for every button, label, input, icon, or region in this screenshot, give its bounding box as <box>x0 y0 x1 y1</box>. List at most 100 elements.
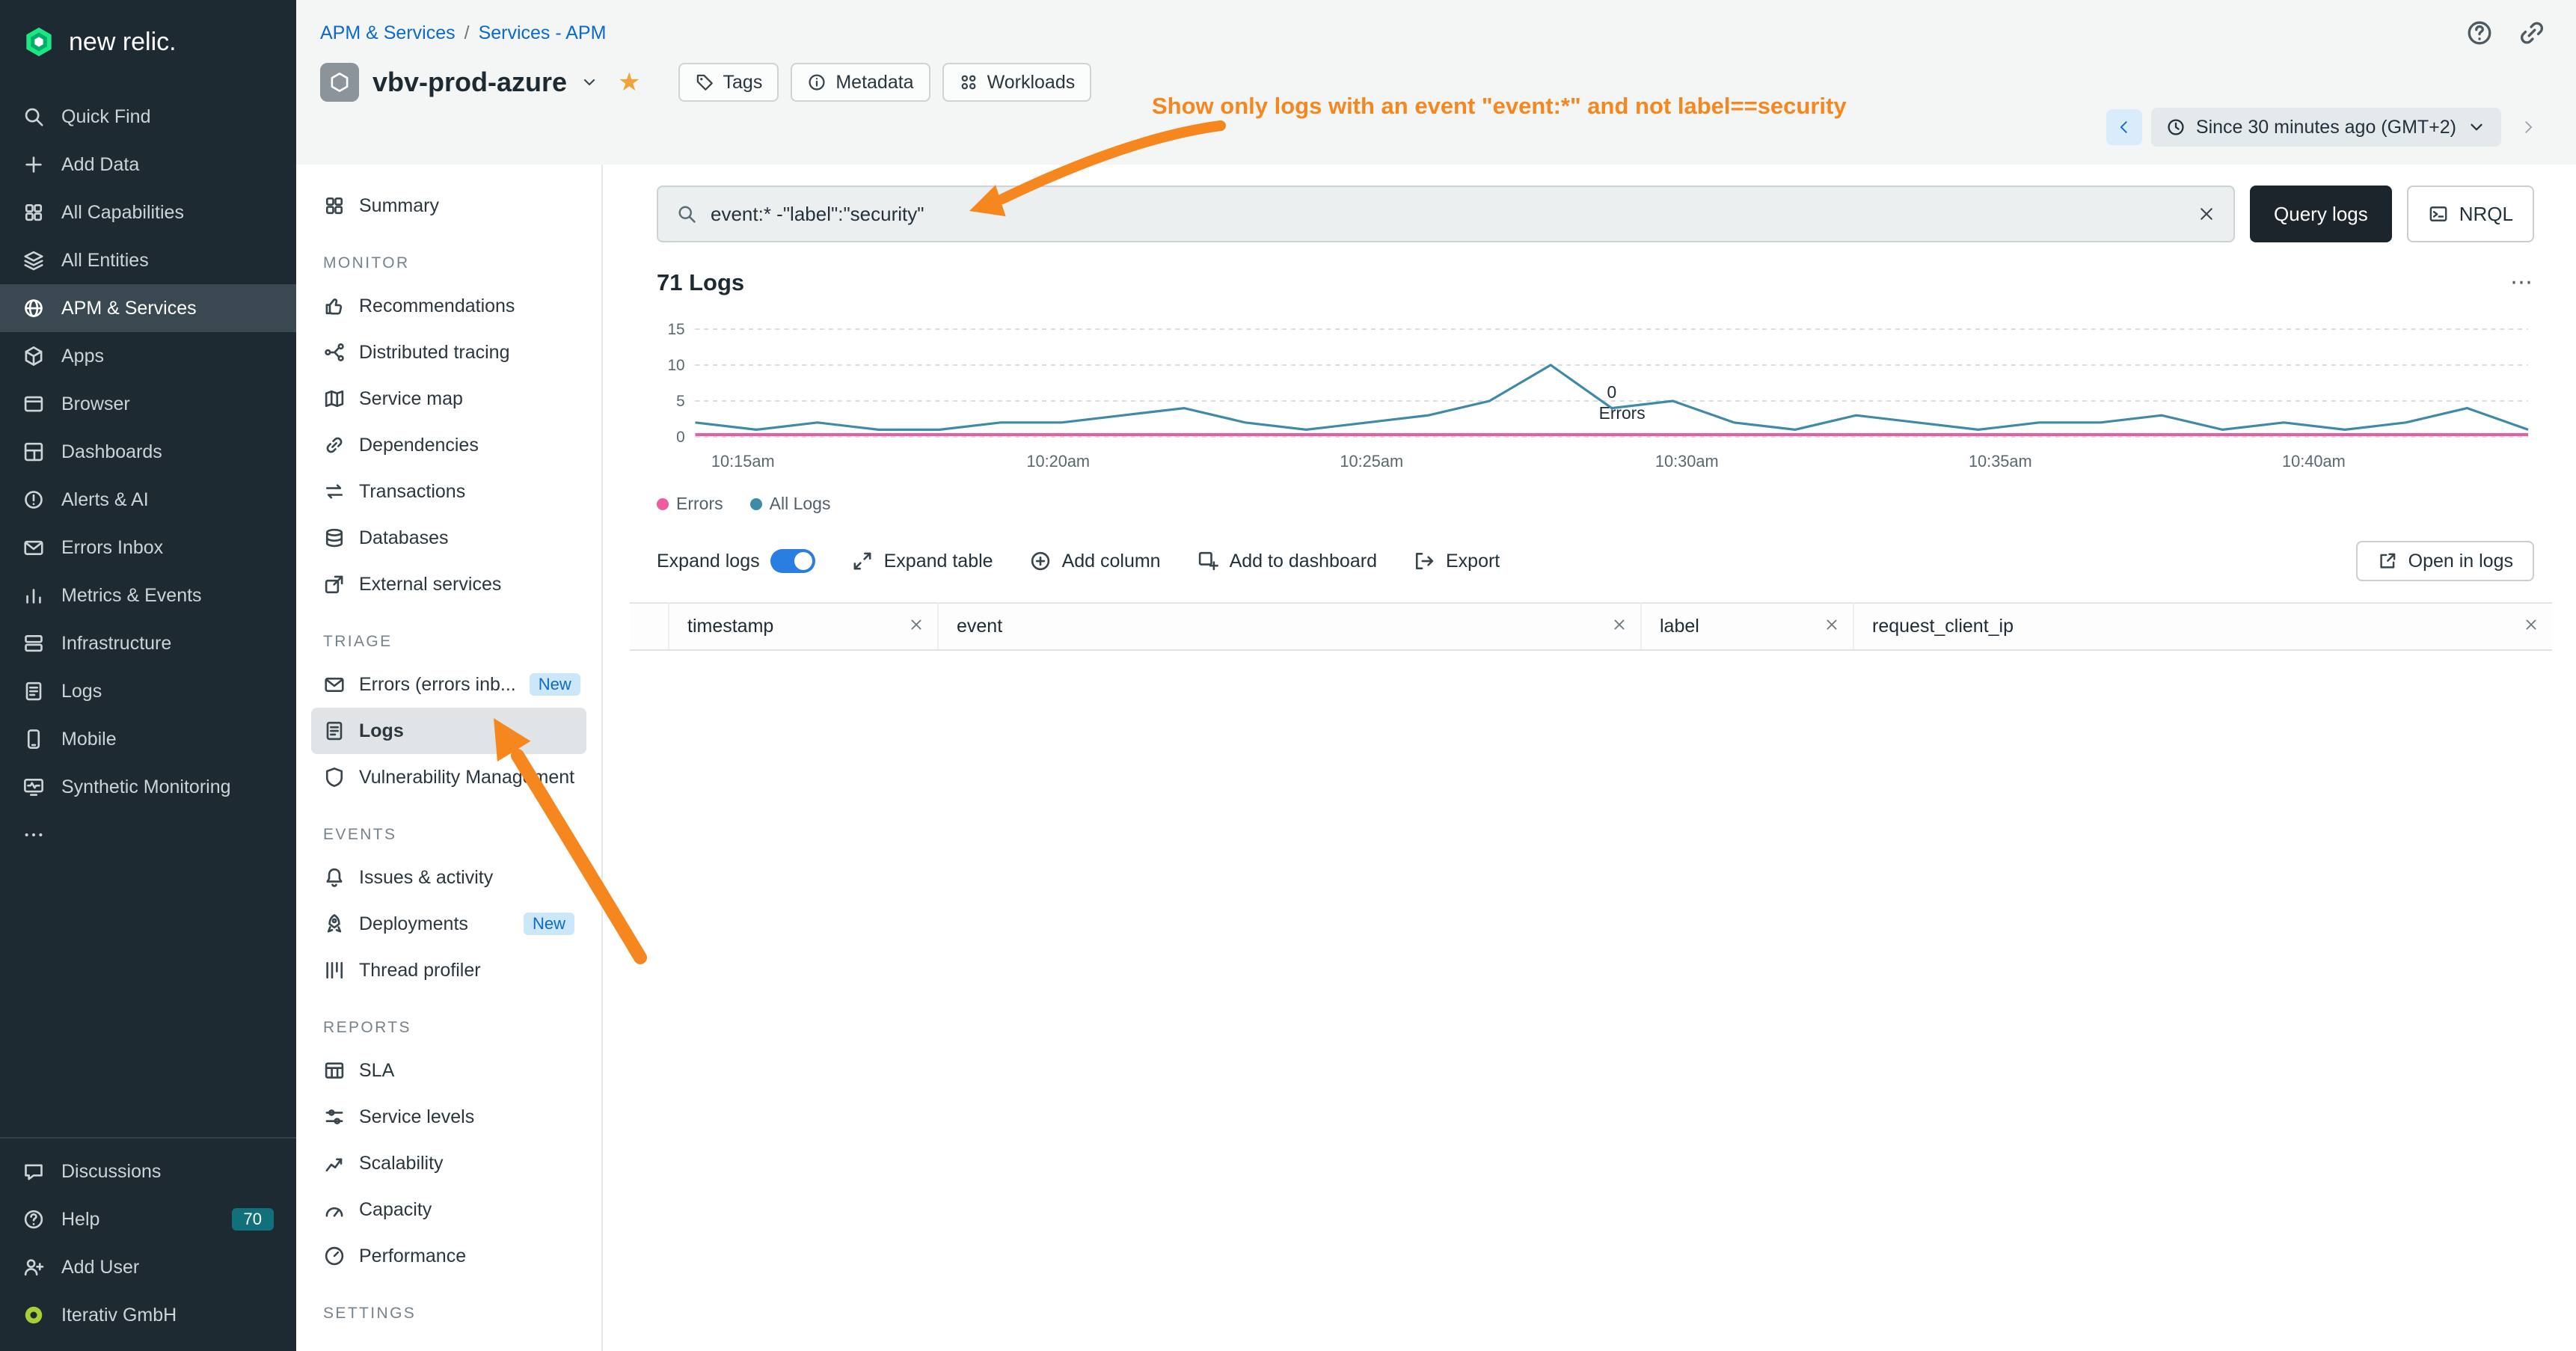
query-text: event:* -"label":"security" <box>711 203 2184 226</box>
nav-errors-inbox[interactable]: Errors Inbox <box>0 524 296 572</box>
right-pane: APM & Services/Services - APM vbv-prod-a… <box>296 0 2576 1351</box>
errors-dot-icon <box>657 498 669 510</box>
metadata-button[interactable]: Metadata <box>791 63 930 102</box>
time-back-button[interactable] <box>2106 109 2142 145</box>
expand-logs-toggle[interactable]: Expand logs <box>657 549 815 573</box>
toggle-on-icon[interactable] <box>770 549 815 573</box>
tags-button-label: Tags <box>723 72 763 94</box>
workloads-button[interactable]: Workloads <box>942 63 1092 102</box>
svg-text:Errors: Errors <box>1599 403 1646 423</box>
global-nav: Quick FindAdd DataAll CapabilitiesAll En… <box>0 84 296 1137</box>
databases-icon <box>323 527 346 549</box>
nav-all-capabilities[interactable]: All Capabilities <box>0 189 296 236</box>
nav-all-entities[interactable]: All Entities <box>0 236 296 284</box>
breadcrumb-services-apm[interactable]: Services - APM <box>479 22 607 43</box>
nav-discussions[interactable]: Discussions <box>0 1148 296 1195</box>
sidebar-item-summary[interactable]: Summary <box>311 183 586 229</box>
query-bar: event:* -"label":"security" Query logs N… <box>657 186 2534 242</box>
nav-more-capabilities[interactable] <box>0 811 296 859</box>
expand-table-button[interactable]: Expand table <box>851 550 993 572</box>
nav-help[interactable]: Help70 <box>0 1195 296 1243</box>
sidebar-item-recommendations[interactable]: Recommendations <box>311 283 586 329</box>
nrql-button[interactable]: NRQL <box>2407 186 2534 242</box>
svg-text:0: 0 <box>1607 382 1616 402</box>
remove-column-timestamp-icon[interactable] <box>909 617 924 632</box>
browser-label: Browser <box>61 393 130 415</box>
column-header-label[interactable]: label <box>1641 603 1853 650</box>
column-header-request_client_ip[interactable]: request_client_ip <box>1853 603 2552 650</box>
nav-apm-services[interactable]: APM & Services <box>0 284 296 332</box>
sidebar-item-dependencies[interactable]: Dependencies <box>311 422 586 468</box>
entity-chevron-down-icon[interactable] <box>580 73 598 91</box>
nav-quick-find[interactable]: Quick Find <box>0 93 296 141</box>
sidebar-item-service-levels[interactable]: Service levels <box>311 1094 586 1140</box>
sidebar-item-vulnerability-management[interactable]: Vulnerability Management <box>311 754 586 800</box>
breadcrumb-apm-services[interactable]: APM & Services <box>320 22 456 43</box>
help-circle-icon[interactable] <box>2465 19 2494 47</box>
sidebar-item-thread-profiler[interactable]: Thread profiler <box>311 947 586 993</box>
section-header-reports: REPORTS <box>323 1019 574 1037</box>
query-input[interactable]: event:* -"label":"security" <box>657 186 2235 242</box>
nav-alerts-ai[interactable]: Alerts & AI <box>0 476 296 524</box>
time-forward-button[interactable] <box>2510 109 2546 145</box>
remove-column-label-icon[interactable] <box>1824 617 1839 632</box>
nav-dashboards[interactable]: Dashboards <box>0 428 296 476</box>
annotation-text: Show only logs with an event "event:*" a… <box>1152 93 1847 120</box>
query-logs-button[interactable]: Query logs <box>2250 186 2392 242</box>
time-range-label: Since 30 minutes ago (GMT+2) <box>2196 117 2456 138</box>
add-to-dashboard-button[interactable]: Add to dashboard <box>1197 550 1377 572</box>
logs-content: event:* -"label":"security" Query logs N… <box>603 165 2576 1351</box>
nav-mobile[interactable]: Mobile <box>0 715 296 763</box>
sidebar-item-scalability[interactable]: Scalability <box>311 1140 586 1186</box>
nav-synthetic-monitoring[interactable]: Synthetic Monitoring <box>0 763 296 811</box>
chevron-left-icon <box>2116 119 2132 135</box>
svg-text:10:35am: 10:35am <box>1969 452 2032 471</box>
sidebar-item-sla[interactable]: SLA <box>311 1047 586 1094</box>
thread-profiler-icon <box>323 959 346 981</box>
search-icon <box>676 203 697 224</box>
nav-add-user[interactable]: Add User <box>0 1243 296 1291</box>
sidebar-item-capacity[interactable]: Capacity <box>311 1186 586 1233</box>
sidebar-item-distributed-tracing[interactable]: Distributed tracing <box>311 329 586 376</box>
sidebar-item-service-map[interactable]: Service map <box>311 376 586 422</box>
copy-permalink-icon[interactable] <box>2518 19 2546 47</box>
errors-inbox-label: Errors Inbox <box>61 537 163 559</box>
sidebar-item-deployments[interactable]: DeploymentsNew <box>311 901 586 947</box>
nav-logs[interactable]: Logs <box>0 667 296 715</box>
nav-apps[interactable]: Apps <box>0 332 296 380</box>
new-relic-logo[interactable]: new relic. <box>0 0 296 84</box>
dashboards-label: Dashboards <box>61 441 162 463</box>
logs-label: Logs <box>61 681 102 702</box>
column-header-event[interactable]: event <box>938 603 1641 650</box>
more-options-icon[interactable]: ⋯ <box>2510 272 2534 294</box>
column-header-timestamp[interactable]: timestamp <box>669 603 938 650</box>
time-range-selector[interactable]: Since 30 minutes ago (GMT+2) <box>2151 108 2501 147</box>
expand-logs-label: Expand logs <box>657 551 760 572</box>
issues-activity-label: Issues & activity <box>359 867 493 889</box>
entity-header-buttons: Tags Metadata Workloads <box>678 63 1092 102</box>
clear-query-icon[interactable] <box>2198 205 2215 223</box>
sidebar-item-performance[interactable]: Performance <box>311 1233 586 1279</box>
legend-all-logs[interactable]: All Logs <box>750 494 831 514</box>
export-button[interactable]: Export <box>1413 550 1500 572</box>
remove-column-event-icon[interactable] <box>1612 617 1627 632</box>
sidebar-item-issues-activity[interactable]: Issues & activity <box>311 854 586 901</box>
sidebar-item-logs[interactable]: Logs <box>311 708 586 754</box>
recommendations-icon <box>323 295 346 317</box>
nav-iterativ-gmbh[interactable]: Iterativ GmbH <box>0 1291 296 1339</box>
legend-errors[interactable]: Errors <box>657 494 723 514</box>
nav-browser[interactable]: Browser <box>0 380 296 428</box>
sidebar-item-external-services[interactable]: External services <box>311 561 586 607</box>
favorite-star-icon[interactable]: ★ <box>618 70 640 95</box>
open-in-logs-button[interactable]: Open in logs <box>2356 541 2534 581</box>
sidebar-item-databases[interactable]: Databases <box>311 515 586 561</box>
nav-metrics-events[interactable]: Metrics & Events <box>0 572 296 619</box>
sidebar-item-transactions[interactable]: Transactions <box>311 468 586 515</box>
sidebar-item-errors-errors-inb[interactable]: Errors (errors inb...New <box>311 661 586 708</box>
summary-label: Summary <box>359 195 439 217</box>
tags-button[interactable]: Tags <box>678 63 779 102</box>
add-column-button[interactable]: Add column <box>1029 550 1161 572</box>
nav-infrastructure[interactable]: Infrastructure <box>0 619 296 667</box>
nav-add-data[interactable]: Add Data <box>0 141 296 189</box>
remove-column-request_client_ip-icon[interactable] <box>2524 617 2539 632</box>
